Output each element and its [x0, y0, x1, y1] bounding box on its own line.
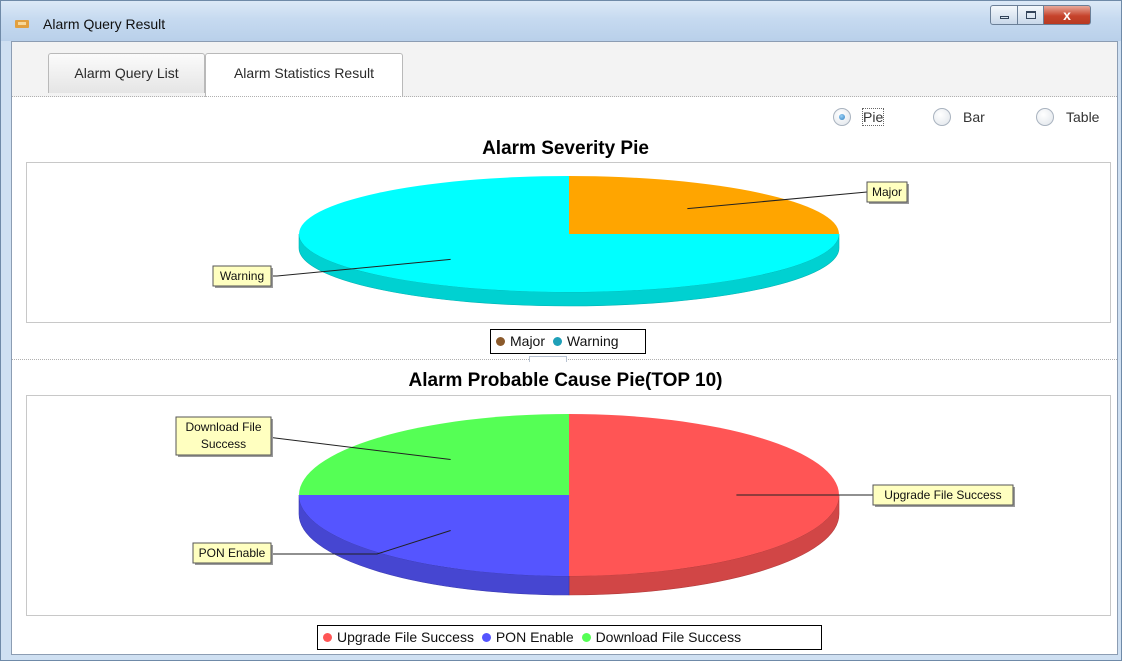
legend-item-download: Download File Success	[581, 626, 742, 649]
minimize-button[interactable]	[990, 5, 1018, 25]
pie-slice-download-file-success[interactable]	[299, 414, 569, 495]
close-button[interactable]: x	[1043, 5, 1091, 25]
severity-legend: Major Warning	[490, 329, 646, 354]
legend-label: PON Enable	[495, 629, 574, 645]
tab-alarm-statistics-result[interactable]: Alarm Statistics Result	[205, 53, 403, 97]
severity-pie-plot: Major Warning	[26, 162, 1111, 323]
severity-chart-title: Alarm Severity Pie	[482, 138, 649, 159]
legend-item-warning: Warning	[552, 330, 619, 353]
title-bar[interactable]: Alarm Query Result x	[1, 1, 1121, 41]
legend-item-major: Major	[496, 330, 545, 353]
legend-label: Download File Success	[595, 629, 742, 645]
legend-item-upgrade: Upgrade File Success	[323, 626, 474, 649]
cause-pie-plot: Upgrade File Success PON Enable Download F…	[26, 395, 1111, 616]
legend-swatch	[496, 337, 505, 346]
legend-label: Major	[510, 333, 546, 349]
cause-pie-svg: Upgrade File Success PON Enable Download F…	[175, 414, 1015, 596]
pie-label-text: Success	[201, 437, 246, 451]
content-panel: Alarm Query List Alarm Statistics Result…	[11, 41, 1118, 655]
cause-legend: Upgrade File Success PON Enable Download…	[317, 625, 822, 650]
legend-swatch	[323, 633, 332, 642]
legend-item-pon: PON Enable	[481, 626, 574, 649]
view-option-label: Bar	[963, 109, 985, 125]
tab-alarm-query-list[interactable]: Alarm Query List	[48, 53, 205, 93]
view-option-label: Table	[1066, 109, 1100, 125]
tab-divider	[12, 96, 1117, 97]
pie-slice-major[interactable]	[569, 176, 839, 234]
minimize-icon	[999, 16, 1009, 19]
close-icon: x	[1063, 7, 1071, 23]
radio-icon[interactable]	[933, 108, 951, 126]
legend-label: Upgrade File Success	[337, 629, 474, 645]
severity-pie-svg: Major Warning	[212, 176, 909, 307]
window-title: Alarm Query Result	[43, 16, 166, 32]
pie-label-text: Upgrade File Success	[884, 488, 1001, 502]
view-option-label: Pie	[861, 108, 885, 126]
radio-icon[interactable]	[1036, 108, 1054, 126]
radio-selected-icon[interactable]	[833, 108, 851, 126]
alarm-query-result-window: Alarm Query Result x Alarm Query List Al…	[0, 0, 1122, 661]
legend-label: Warning	[566, 333, 619, 349]
legend-swatch	[581, 633, 591, 642]
pie-label-text: Warning	[220, 269, 264, 283]
pie-label-text: PON Enable	[199, 546, 266, 560]
split-divider-handle[interactable]	[529, 356, 567, 362]
pie-label-text: Download File	[185, 420, 261, 434]
maximize-button[interactable]	[1017, 5, 1044, 25]
pie-label-text: Major	[872, 185, 902, 199]
maximize-icon	[1025, 11, 1036, 19]
app-icon	[15, 20, 29, 28]
tab-strip: Alarm Query List Alarm Statistics Result	[12, 42, 1117, 97]
legend-swatch	[552, 337, 562, 346]
cause-chart-title: Alarm Probable Cause Pie(TOP 10)	[408, 370, 723, 391]
legend-swatch	[481, 633, 491, 642]
